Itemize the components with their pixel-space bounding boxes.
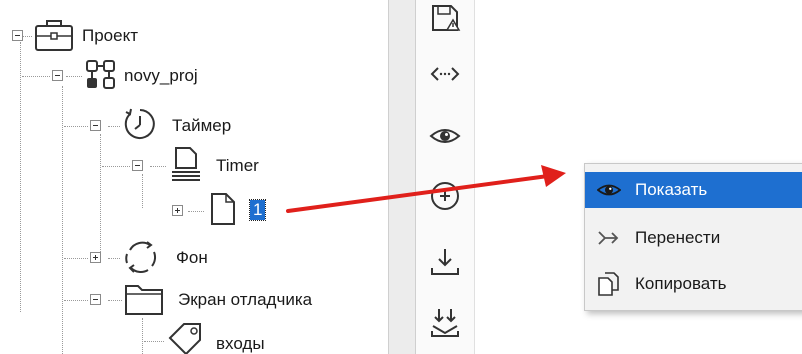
tag-icon <box>168 323 201 354</box>
tree-guide-line <box>142 318 143 354</box>
tree-guide-line <box>142 174 143 208</box>
collapse-toggle-root[interactable] <box>12 30 23 41</box>
tree-guide-line <box>20 42 21 312</box>
collapse-toggle-debug-screen[interactable] <box>90 294 101 305</box>
tree-guide-line <box>22 76 50 77</box>
tree-item-timer-group-label[interactable]: Таймер <box>172 116 231 136</box>
collapse-toggle-timer-group[interactable] <box>90 120 101 131</box>
eye-icon <box>597 184 621 196</box>
tree-guide-line <box>144 341 164 342</box>
briefcase-icon <box>35 20 73 51</box>
copy-icon <box>598 272 619 296</box>
expand-toggle-timer-child[interactable] <box>172 205 183 216</box>
cycle-arrows-icon <box>125 241 157 273</box>
merge-down-icon[interactable] <box>429 306 461 338</box>
tree-guide-line <box>102 166 130 167</box>
add-circle-icon[interactable] <box>429 180 461 212</box>
collapse-toggle-timer-item[interactable] <box>132 160 143 171</box>
menu-item-show[interactable]: Показать <box>585 172 802 208</box>
tree-guide-line <box>66 76 82 77</box>
tree-guide-line <box>108 258 120 259</box>
scroll-gutter[interactable] <box>389 0 415 354</box>
vertical-toolbar <box>416 0 475 354</box>
tree-item-timer-label[interactable]: Timer <box>216 156 259 176</box>
tree-item-project-label[interactable]: novy_proj <box>124 66 198 86</box>
menu-item-move[interactable]: Перенести <box>585 220 802 256</box>
tree-guide-line <box>64 300 88 301</box>
tree-item-background-label[interactable]: Фон <box>176 248 208 268</box>
menu-item-move-label: Перенести <box>635 228 721 247</box>
download-icon[interactable] <box>429 246 461 278</box>
document-stack-icon <box>172 147 200 181</box>
tree-item-debug-screen-label[interactable]: Экран отладчика <box>178 290 312 310</box>
context-menu: Показать Перенести Копировать <box>584 163 802 311</box>
menu-item-copy[interactable]: Копировать <box>585 266 802 302</box>
expand-toggle-background[interactable] <box>90 252 101 263</box>
tree-guide-line <box>64 258 88 259</box>
network-icon <box>86 60 115 89</box>
tree-guide-line <box>188 211 204 212</box>
tree-item-root-label[interactable]: Проект <box>82 26 138 46</box>
tree-item-timer-child-label[interactable]: 1 <box>248 199 267 221</box>
menu-item-show-label: Показать <box>635 180 708 199</box>
collapse-toggle-project[interactable] <box>52 70 63 81</box>
tree-guide-line <box>100 134 101 254</box>
tree-guide-line <box>108 300 122 301</box>
tree-guide-line <box>64 126 88 127</box>
save-warning-icon[interactable] <box>429 2 461 34</box>
tree-item-inputs-label[interactable]: входы <box>216 334 265 354</box>
tree-guide-line <box>62 86 63 354</box>
folder-icon <box>125 285 163 315</box>
code-brackets-icon[interactable] <box>429 58 461 90</box>
tree-guide-line <box>108 126 120 127</box>
eye-icon[interactable] <box>429 120 461 152</box>
menu-item-copy-label: Копировать <box>635 274 727 293</box>
move-arrow-icon <box>598 231 619 245</box>
page-icon <box>211 193 235 225</box>
clock-icon <box>124 108 155 139</box>
tree-guide-line <box>22 36 32 37</box>
tree-guide-line <box>150 166 166 167</box>
project-tree: Проект novy_proj Таймер Timer 1 Фон Экра… <box>0 0 388 354</box>
